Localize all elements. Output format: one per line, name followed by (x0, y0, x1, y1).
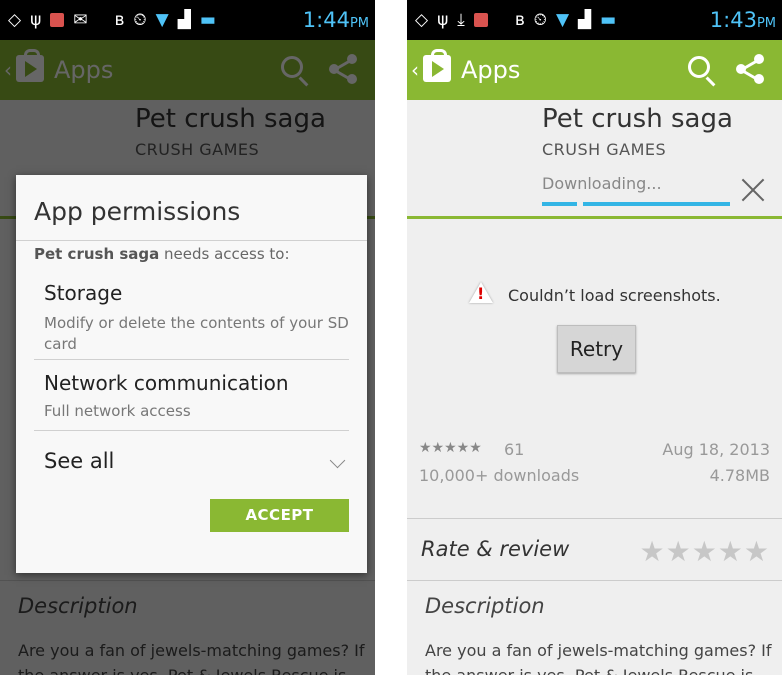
dialog-intro-app: Pet crush saga (34, 245, 160, 263)
download-progress-segment (542, 202, 577, 206)
signal-icon: ▟ (578, 10, 592, 30)
chevron-down-icon[interactable] (329, 452, 346, 469)
rate-review-label: Rate & review (421, 537, 570, 561)
battery-icon: ▬ (199, 10, 216, 30)
back-icon[interactable]: ‹ (411, 58, 419, 82)
dialog-intro-text: needs access to: (159, 245, 290, 263)
app-size: 4.78MB (709, 466, 770, 485)
rating-count: 61 (504, 440, 525, 459)
download-progress-bar (583, 202, 730, 206)
permission-storage-desc: Modify or delete the contents of your SD… (44, 314, 349, 353)
permission-network-title[interactable]: Network communication (44, 371, 289, 395)
mail-icon: ✉ (73, 10, 88, 30)
signal-icon: ▟ (177, 10, 191, 30)
accept-button[interactable]: ACCEPT (210, 499, 349, 532)
description-body[interactable]: Are you a fan of jewels-matching games? … (425, 638, 775, 675)
status-icons: ◇ ψ ⤓ ʙ ⏲ ▼ ▟ ▬ (415, 9, 616, 31)
notification-icon (473, 13, 488, 27)
permission-divider (34, 430, 349, 431)
status-time-ampm: PM (756, 16, 776, 31)
download-icon: ⤓ (457, 10, 465, 30)
dialog-title: App permissions (34, 197, 241, 226)
gps-icon: ◇ (415, 10, 429, 30)
right-phone-screen: ◇ ψ ⤓ ʙ ⏲ ▼ ▟ ▬ 1:43PM ‹ Apps Pet crush … (407, 0, 782, 675)
developer-name[interactable]: CRUSH GAMES (542, 140, 666, 159)
usb-icon: ψ (30, 10, 42, 30)
share-icon[interactable] (736, 54, 766, 84)
download-count: 10,000+ downloads (419, 466, 580, 485)
update-date: Aug 18, 2013 (662, 440, 770, 459)
battery-icon: ▬ (600, 10, 617, 30)
wifi-icon: ▼ (155, 10, 169, 30)
permission-divider (34, 359, 349, 360)
description-heading: Description (425, 594, 545, 618)
retry-button[interactable]: Retry (557, 325, 636, 373)
left-phone-screen: ◇ ψ ✉ ʙ ⏲ ▼ ▟ ▬ 1:44PM ‹ Apps Pet crush … (0, 0, 375, 675)
status-time-value: 1:43 (709, 8, 757, 32)
status-bar: ◇ ψ ✉ ʙ ⏲ ▼ ▟ ▬ 1:44PM (0, 0, 375, 40)
status-time: 1:43PM (710, 8, 776, 32)
status-bar: ◇ ψ ⤓ ʙ ⏲ ▼ ▟ ▬ 1:43PM (407, 0, 782, 40)
dialog-intro: Pet crush saga needs access to: (34, 245, 290, 263)
bluetooth-icon: ʙ (114, 10, 125, 30)
status-time-value: 1:44 (302, 8, 350, 32)
gps-icon: ◇ (8, 10, 22, 30)
bluetooth-icon: ʙ (514, 10, 525, 30)
warning-icon: ! (469, 280, 493, 304)
divider (407, 518, 782, 519)
wifi-icon: ▼ (555, 10, 570, 30)
permission-storage-title[interactable]: Storage (44, 281, 122, 305)
app-title: Pet crush saga (542, 104, 733, 134)
rate-stars-input[interactable]: ★★★★★ (639, 535, 770, 568)
app-bar-title[interactable]: Apps (461, 56, 520, 84)
dialog-divider (16, 240, 367, 241)
divider (407, 580, 782, 581)
app-bar: ‹ Apps (407, 40, 782, 100)
cancel-download-icon[interactable] (740, 177, 766, 203)
search-icon[interactable] (688, 56, 710, 78)
status-time: 1:44PM (303, 8, 369, 32)
screenshots-error: Couldn’t load screenshots. (508, 286, 721, 305)
usb-icon: ψ (437, 10, 449, 30)
rating-stars: ★★★★★ (419, 440, 482, 456)
status-icons: ◇ ψ ✉ ʙ ⏲ ▼ ▟ ▬ (8, 9, 216, 31)
status-time-ampm: PM (349, 16, 369, 31)
play-store-icon[interactable] (423, 49, 451, 82)
see-all-button[interactable]: See all (44, 449, 114, 473)
permission-network-desc: Full network access (44, 402, 191, 420)
alarm-icon: ⏲ (133, 10, 147, 30)
alarm-icon: ⏲ (533, 10, 547, 30)
notification-icon (50, 13, 65, 27)
download-status: Downloading... (542, 174, 662, 193)
permissions-dialog: App permissions Pet crush saga needs acc… (16, 175, 367, 573)
